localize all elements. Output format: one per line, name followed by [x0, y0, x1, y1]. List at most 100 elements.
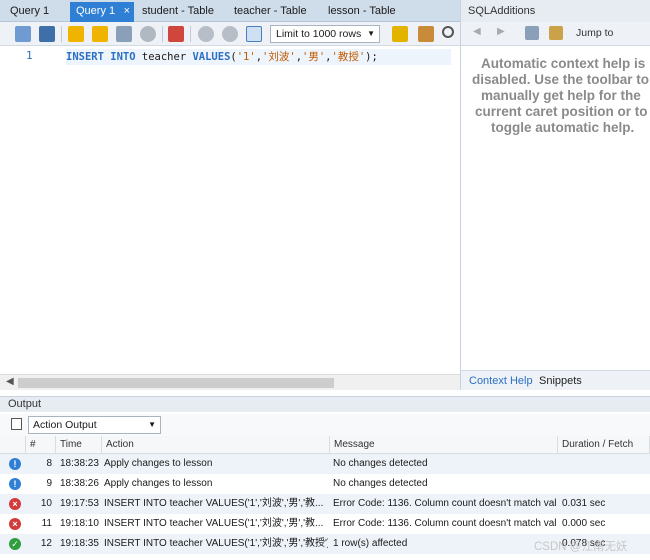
row-number: 9 — [46, 478, 52, 489]
table-row[interactable]: ! 9 18:38:26 Apply changes to lesson No … — [0, 474, 650, 494]
sql-punct: ); — [365, 51, 378, 63]
message-line: Automatic context help is — [481, 56, 646, 71]
jump-to-label[interactable]: Jump to — [576, 27, 613, 39]
tab-lesson-table[interactable]: lesson - Table — [322, 2, 412, 22]
sql-string: '男' — [302, 51, 326, 63]
sql-string: '刘波' — [262, 51, 296, 63]
tab-teacher-table[interactable]: teacher - Table — [228, 2, 318, 22]
tab-label: student - Table — [142, 5, 214, 17]
query-tab-bar: Query 1 Query 1 × student - Table teache… — [0, 0, 460, 22]
beautify-icon[interactable] — [418, 26, 434, 42]
sql-string: '1' — [236, 51, 256, 63]
tab-label: lesson - Table — [328, 5, 396, 17]
toolbar-separator — [190, 26, 191, 42]
chevron-down-icon: ▼ — [367, 29, 375, 38]
row-message: Error Code: 1136. Column count doesn't m… — [333, 518, 557, 529]
find-icon[interactable] — [442, 26, 454, 38]
rollback-icon[interactable] — [222, 26, 238, 42]
row-duration — [562, 474, 648, 494]
row-time: 18:38:23 — [60, 458, 99, 469]
message-line: toggle automatic help. — [491, 120, 635, 135]
row-number: 8 — [46, 458, 52, 469]
sql-string: '教授' — [331, 51, 366, 63]
column-header-duration[interactable]: Duration / Fetch — [558, 436, 650, 454]
output-type-select[interactable]: Action Output ▼ — [28, 416, 161, 434]
autocommit-icon[interactable] — [246, 26, 262, 42]
row-duration — [562, 454, 648, 474]
scroll-left-icon[interactable]: ◀ — [6, 376, 14, 387]
forward-icon[interactable]: ▶ — [497, 26, 505, 37]
info-icon: ! — [9, 458, 21, 470]
row-duration: 0.000 sec — [562, 518, 606, 529]
back-icon[interactable]: ◀ — [473, 26, 481, 37]
row-action: Apply changes to lesson — [104, 458, 213, 469]
tab-label: Query 1 — [10, 5, 50, 17]
table-row[interactable]: × 10 19:17:53 INSERT INTO teacher VALUES… — [0, 494, 650, 514]
row-time: 19:18:35 — [60, 538, 99, 549]
toggle-error-icon[interactable] — [168, 26, 184, 42]
info-icon: ! — [9, 478, 21, 490]
column-header-message[interactable]: Message — [330, 436, 558, 454]
code-line[interactable]: INSERT INTO teacher VALUES('1','刘波','男',… — [66, 49, 451, 65]
row-message: 1 row(s) affected — [333, 538, 408, 549]
row-message: No changes detected — [333, 458, 428, 469]
tab-label: Query 1 — [76, 5, 116, 17]
message-line: manually get help for the — [481, 88, 641, 103]
row-message: No changes detected — [333, 478, 428, 489]
execute-icon[interactable] — [68, 26, 84, 42]
tab-query-1-active[interactable]: Query 1 × — [70, 2, 134, 22]
scrollbar-thumb[interactable] — [18, 378, 334, 388]
add-snippet-icon[interactable] — [392, 26, 408, 42]
help-toggle-icon[interactable] — [525, 26, 539, 40]
tab-query-1[interactable]: Query 1 — [4, 2, 68, 22]
line-number: 1 — [26, 49, 33, 62]
sql-identifier: teacher — [135, 51, 193, 63]
close-tab-icon[interactable]: × — [124, 2, 130, 20]
row-action: INSERT INTO teacher VALUES('1','刘波','男',… — [104, 538, 328, 549]
sql-keyword: VALUES — [192, 51, 231, 63]
watermark: CSDN @江南无妖 — [534, 541, 628, 553]
row-number: 10 — [40, 498, 52, 509]
row-action: Apply changes to lesson — [104, 478, 213, 489]
column-header-number[interactable]: # — [26, 436, 56, 454]
explain-icon[interactable] — [116, 26, 132, 42]
output-type-label: Action Output — [33, 419, 97, 431]
panel-title: SQLAdditions — [461, 0, 650, 22]
column-header-action[interactable]: Action — [102, 436, 330, 454]
commit-icon[interactable] — [198, 26, 214, 42]
tab-context-help[interactable]: Context Help — [469, 375, 533, 387]
row-number: 12 — [40, 538, 52, 549]
tab-student-table[interactable]: student - Table — [136, 2, 226, 22]
row-time: 18:38:26 — [60, 478, 99, 489]
sql-keyword: INTO — [110, 51, 136, 63]
output-header: Output — [0, 396, 650, 412]
row-number: 11 — [41, 518, 52, 529]
panel-toolbar: ◀ ▶ Jump to — [461, 22, 650, 46]
row-time: 19:17:53 — [60, 498, 99, 509]
save-icon[interactable] — [39, 26, 55, 42]
stop-icon[interactable] — [140, 26, 156, 42]
output-toolbar: Action Output ▼ — [0, 414, 650, 436]
tab-snippets[interactable]: Snippets — [539, 375, 582, 387]
column-header-time[interactable]: Time — [56, 436, 102, 454]
auto-help-icon[interactable] — [549, 26, 563, 40]
message-line: disabled. Use the toolbar to — [472, 72, 650, 87]
open-folder-icon[interactable] — [15, 26, 31, 42]
editor-toolbar: Limit to 1000 rows ▼ — [0, 22, 460, 46]
table-row[interactable]: × 11 19:18:10 INSERT INTO teacher VALUES… — [0, 514, 650, 534]
chevron-down-icon: ▼ — [148, 420, 156, 429]
success-icon: ✓ — [9, 538, 21, 550]
execute-current-icon[interactable] — [92, 26, 108, 42]
limit-rows-select[interactable]: Limit to 1000 rows ▼ — [270, 25, 380, 43]
copy-icon[interactable] — [11, 418, 22, 430]
column-header-status — [0, 436, 26, 454]
row-action: INSERT INTO teacher VALUES('1','刘波','男',… — [104, 518, 324, 529]
tab-label: teacher - Table — [234, 5, 307, 17]
table-row[interactable]: ! 8 18:38:23 Apply changes to lesson No … — [0, 454, 650, 474]
limit-rows-label: Limit to 1000 rows — [276, 28, 362, 40]
panel-tabs: Context Help Snippets — [461, 370, 650, 390]
toolbar-separator — [61, 26, 62, 42]
sql-editor[interactable]: 1 INSERT INTO teacher VALUES('1','刘波','男… — [0, 46, 460, 374]
editor-horizontal-scrollbar[interactable]: ◀ — [0, 374, 460, 390]
row-time: 19:18:10 — [60, 518, 99, 529]
